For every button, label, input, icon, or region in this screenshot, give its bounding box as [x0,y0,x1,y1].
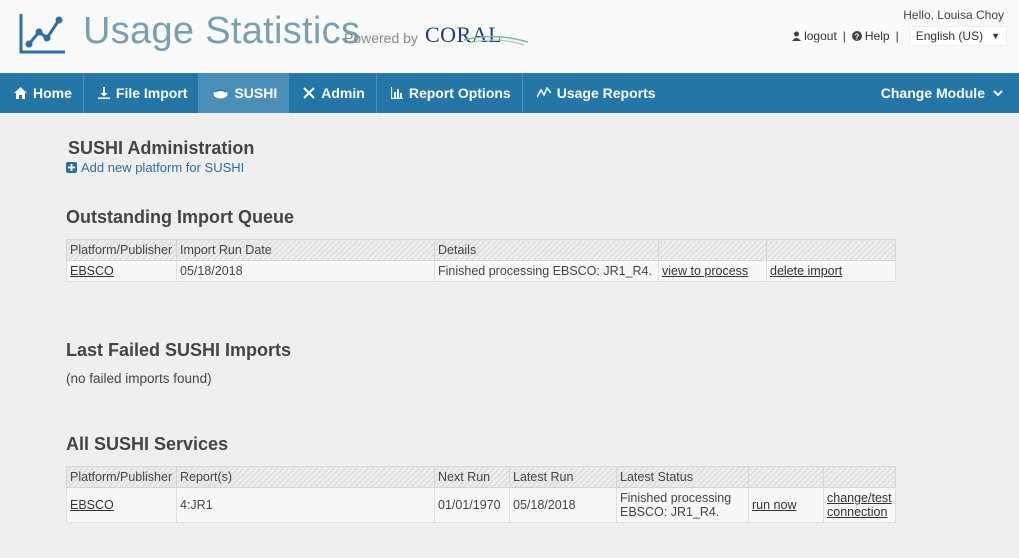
link-line: connection [827,505,888,519]
column-header: Next Run [434,466,510,488]
column-header [766,239,896,261]
tools-icon [303,87,315,99]
column-header [748,466,824,488]
column-header: Platform/Publisher [66,239,177,261]
column-header: Platform/Publisher [66,466,177,488]
change-module-menu[interactable]: Change Module [881,73,1003,113]
nav-home-label: Home [33,85,72,101]
link-line: change/test [827,491,892,505]
column-header: Report(s) [176,466,435,488]
nav-sushi[interactable]: SUSHI [199,73,290,113]
main-nav: Home File Import SUSHI Admin Report Opti… [0,73,1019,113]
failed-imports-heading: Last Failed SUSHI Imports [66,340,292,360]
reports-cell: 4:JR1 [176,487,435,523]
table-row: EBSCO 4:JR1 01/01/1970 05/18/2018 Finish… [66,487,896,523]
sushi-icon [213,88,228,98]
chevron-down-icon: ▼ [991,31,1000,41]
nav-home[interactable]: Home [0,73,84,113]
help-label: Help [864,29,890,43]
status-line: Finished processing [620,491,732,505]
nav-report-options[interactable]: Report Options [377,73,523,113]
nav-usage-reports-label: Usage Reports [556,85,656,101]
logout-link[interactable]: logout [792,29,837,43]
services-heading: All SUSHI Services [66,434,229,454]
next-run-cell: 01/01/1970 [434,487,510,523]
platform-link[interactable]: EBSCO [70,264,114,278]
language-select[interactable]: English (US) ▼ [908,26,1007,46]
delete-import-link[interactable]: delete import [770,264,842,278]
separator: | [842,29,846,43]
nav-admin-label: Admin [321,85,365,101]
coral-wave-icon [463,35,528,46]
help-link[interactable]: ? Help [851,29,890,43]
nav-usage-reports[interactable]: Usage Reports [523,73,667,113]
change-module-label: Change Module [880,85,985,101]
svg-text:?: ? [854,32,859,41]
import-run-date: 05/18/2018 [176,260,435,282]
user-bar: logout | ? Help | English (US) ▼ [792,26,1007,46]
nav-admin[interactable]: Admin [289,73,377,113]
details-cell: Finished processing EBSCO: JR1_R4. [434,260,659,282]
nav-report-options-label: Report Options [408,85,511,101]
platform-link[interactable]: EBSCO [70,498,114,512]
import-queue-table: Platform/Publisher Import Run Date Detai… [66,239,896,282]
line-chart-icon [536,87,551,98]
add-platform-label: Add new platform for SUSHI [81,160,245,175]
latest-run-cell: 05/18/2018 [509,487,617,523]
home-icon [14,87,27,99]
user-icon [792,31,802,41]
download-icon [97,87,110,99]
column-header: Details [434,239,659,261]
add-platform-link[interactable]: Add new platform for SUSHI [66,160,244,175]
table-header-row: Platform/Publisher Report(s) Next Run La… [66,466,896,488]
page-title: SUSHI Administration [68,138,255,158]
app-header: Usage Statistics Powered by CORAL Hello,… [0,0,1019,73]
app-title: Usage Statistics [83,10,361,52]
column-header [658,239,767,261]
bar-chart-icon [390,87,403,99]
table-row: EBSCO 05/18/2018 Finished processing EBS… [66,260,896,282]
column-header: Latest Run [509,466,617,488]
separator: | [895,29,899,43]
language-value: English (US) [915,29,984,43]
services-table: Platform/Publisher Report(s) Next Run La… [66,466,896,523]
powered-by-label: Powered by [344,30,418,46]
table-header-row: Platform/Publisher Import Run Date Detai… [66,239,896,261]
nav-file-import[interactable]: File Import [84,73,200,113]
plus-square-icon [66,162,77,173]
column-header [823,466,896,488]
change-test-connection-link[interactable]: change/test connection [827,491,892,519]
column-header: Import Run Date [176,239,435,261]
column-header: Latest Status [616,466,749,488]
help-icon: ? [851,31,862,41]
nav-sushi-label: SUSHI [234,85,278,101]
import-queue-heading: Outstanding Import Queue [66,207,294,227]
failed-imports-note: (no failed imports found) [66,371,212,386]
status-line: EBSCO: JR1_R4. [620,505,720,519]
view-to-process-link[interactable]: view to process [662,264,748,278]
latest-status-cell: Finished processing EBSCO: JR1_R4. [616,487,749,523]
run-now-link[interactable]: run now [752,498,796,512]
nav-file-import-label: File Import [115,85,188,101]
user-greeting: Hello, Louisa Choy [903,8,1004,22]
usage-statistics-logo-icon [19,14,65,54]
logout-label: logout [804,29,837,43]
chevron-down-icon [993,89,1003,96]
